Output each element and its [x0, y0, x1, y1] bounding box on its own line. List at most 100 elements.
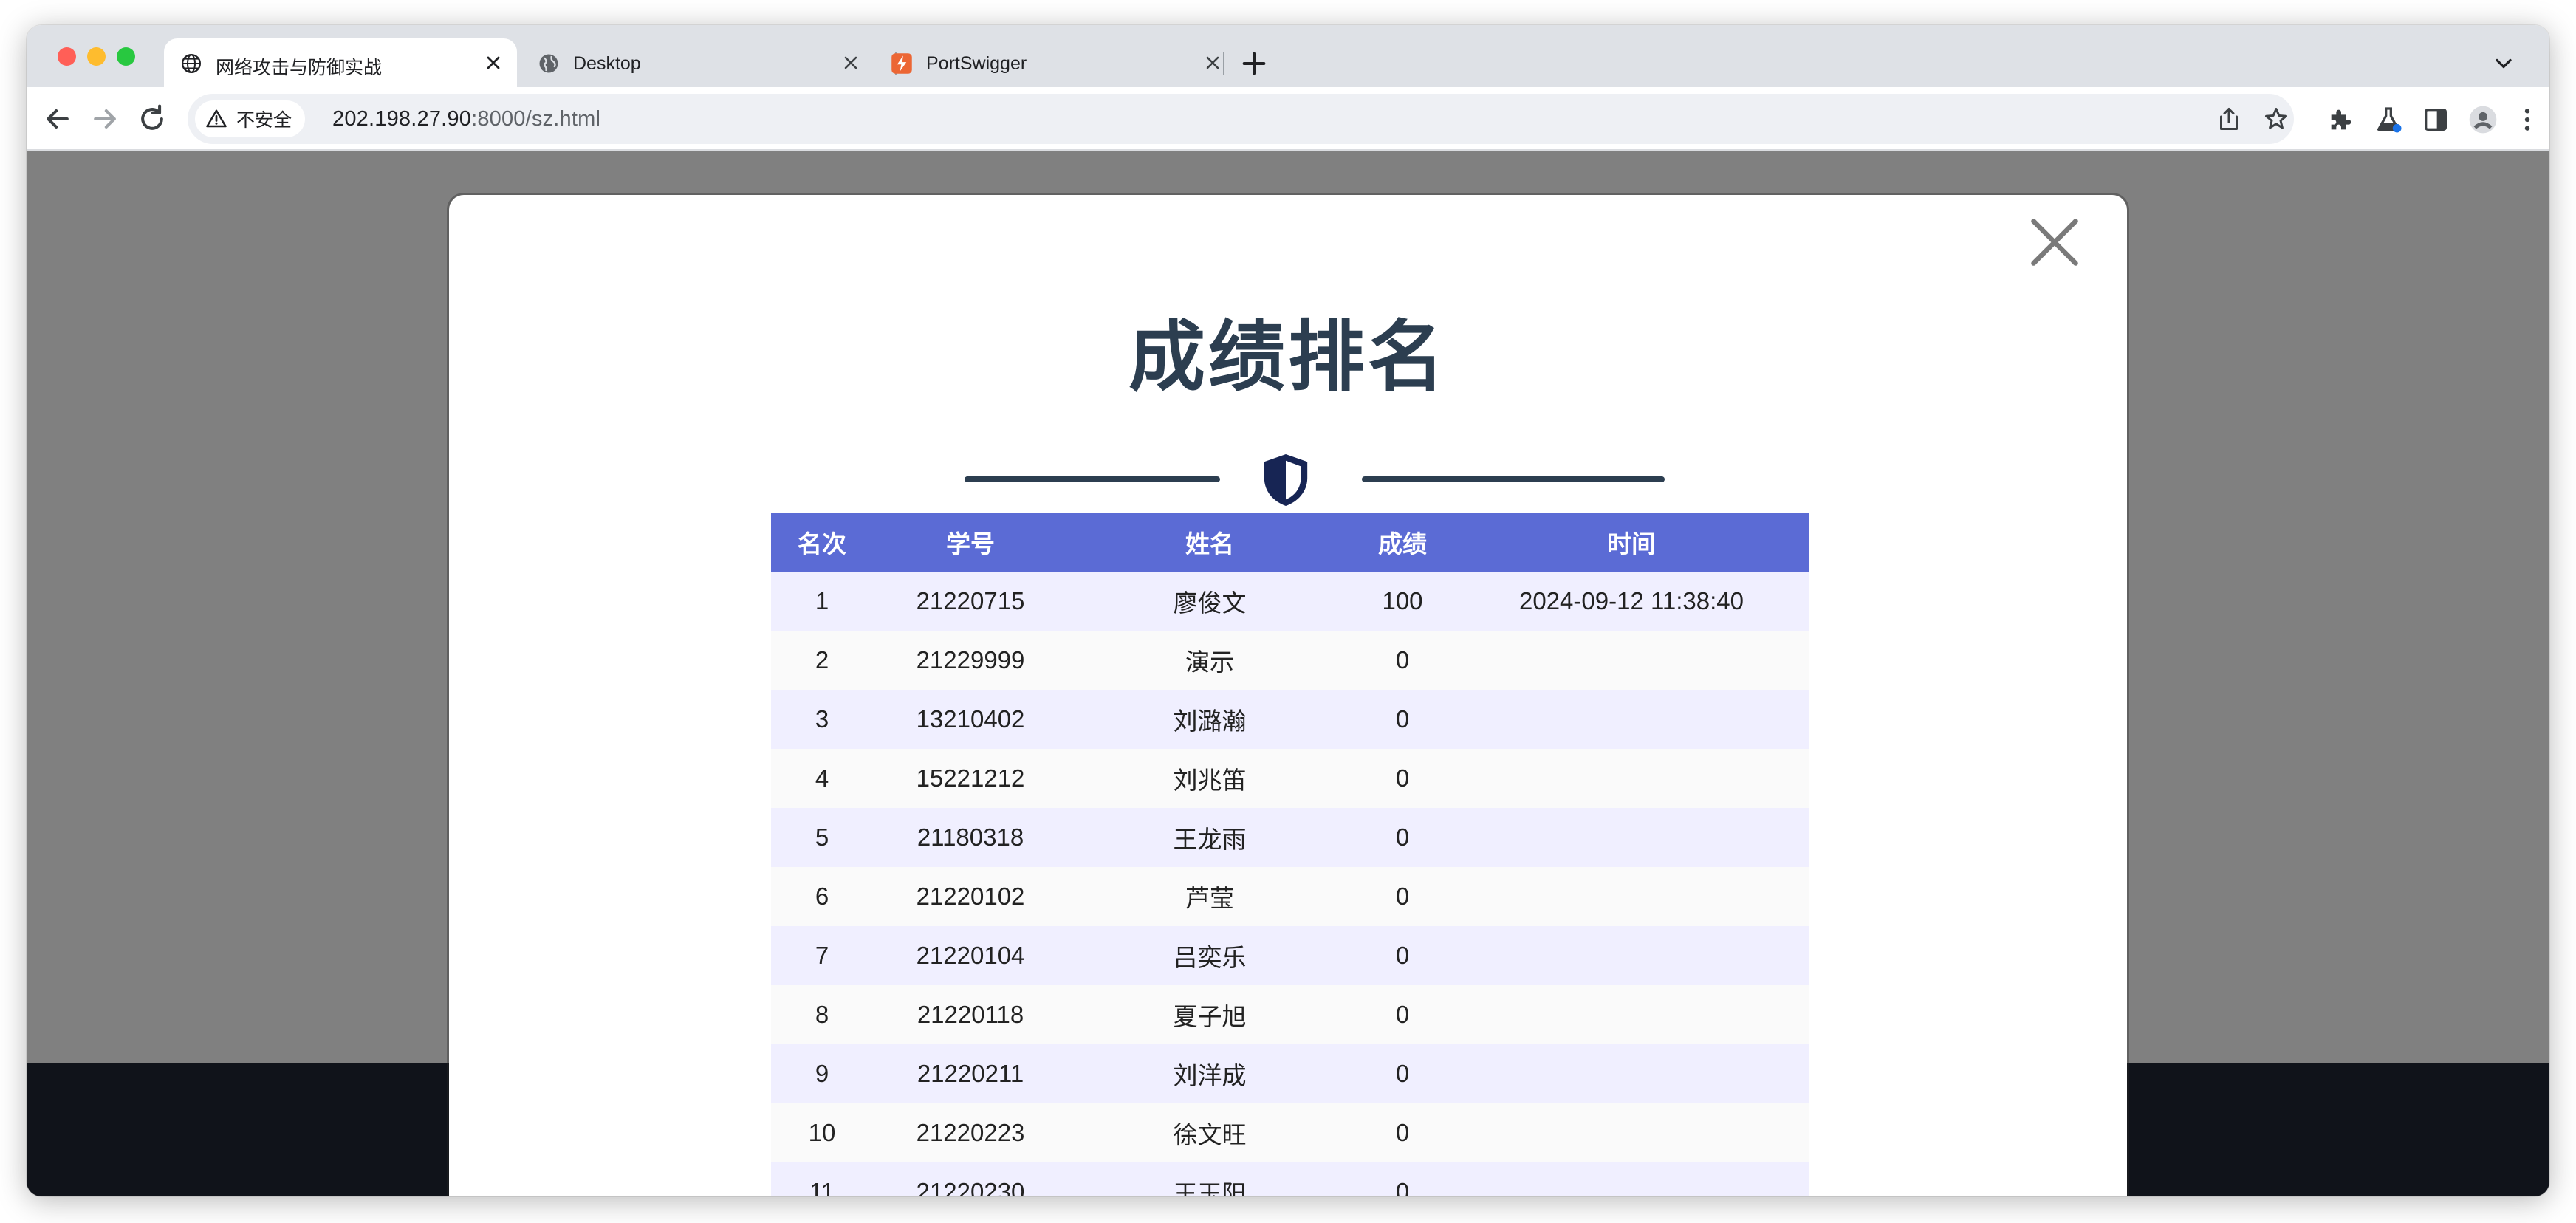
student-id-cell: 21220230	[873, 1162, 1068, 1196]
page-viewport: 成绩排名 名次 学号 姓名 成绩 时间 1 21220715 廖俊文 100 2…	[27, 151, 2549, 1196]
flask-extension-icon[interactable]	[2374, 105, 2403, 134]
tab-title: PortSwigger	[926, 53, 1027, 74]
name-cell: 廖俊文	[1068, 572, 1352, 631]
table-row: 9 21220211 刘洋成 0	[771, 1044, 1809, 1103]
security-label: 不安全	[236, 110, 292, 131]
rank-cell: 8	[771, 985, 873, 1044]
student-id-cell: 21220104	[873, 926, 1068, 985]
tab-separator	[1223, 52, 1224, 75]
score-cell: 0	[1352, 1103, 1453, 1162]
name-cell: 刘潞瀚	[1068, 690, 1352, 749]
name-cell: 王龙雨	[1068, 808, 1352, 867]
student-id-cell: 21220715	[873, 572, 1068, 631]
rank-cell: 1	[771, 572, 873, 631]
time-cell	[1453, 808, 1809, 867]
close-icon[interactable]	[840, 52, 861, 73]
side-panel-icon[interactable]	[2421, 105, 2450, 134]
ranking-modal: 成绩排名 名次 学号 姓名 成绩 时间 1 21220715 廖俊文 100 2…	[449, 195, 2127, 1196]
header-time: 时间	[1453, 513, 1809, 572]
forward-arrow-icon[interactable]	[89, 103, 121, 135]
time-cell	[1453, 1044, 1809, 1103]
name-cell: 吕奕乐	[1068, 926, 1352, 985]
ranking-table-body: 1 21220715 廖俊文 100 2024-09-12 11:38:40 2…	[771, 572, 1809, 1196]
url-host: 202.198.27.90	[332, 107, 472, 131]
rank-cell: 6	[771, 867, 873, 926]
table-row: 3 13210402 刘潞瀚 0	[771, 690, 1809, 749]
tab-title: Desktop	[573, 53, 641, 74]
tab-active[interactable]: 网络攻击与防御实战	[164, 38, 517, 87]
browser-toolbar: 不安全 202.198.27.90:8000/sz.html	[27, 87, 2549, 151]
student-id-cell: 13210402	[873, 690, 1068, 749]
tab-title: 网络攻击与防御实战	[216, 58, 383, 78]
header-name: 姓名	[1068, 513, 1352, 572]
back-arrow-icon[interactable]	[41, 103, 74, 135]
score-cell: 0	[1352, 631, 1453, 690]
new-tab-plus-icon[interactable]	[1239, 49, 1269, 78]
warning-triangle-icon	[206, 109, 227, 128]
table-header-row: 名次 学号 姓名 成绩 时间	[771, 513, 1809, 572]
globe-icon	[182, 54, 201, 73]
close-window-button[interactable]	[58, 47, 76, 66]
score-cell: 0	[1352, 1162, 1453, 1196]
table-row: 2 21229999 演示 0	[771, 631, 1809, 690]
globe-filled-icon	[539, 54, 558, 73]
score-cell: 0	[1352, 690, 1453, 749]
bookmark-star-icon[interactable]	[2263, 106, 2289, 132]
time-cell	[1453, 1103, 1809, 1162]
score-cell: 0	[1352, 867, 1453, 926]
table-row: 1 21220715 廖俊文 100 2024-09-12 11:38:40	[771, 572, 1809, 631]
rank-cell: 9	[771, 1044, 873, 1103]
address-bar[interactable]: 不安全 202.198.27.90:8000/sz.html	[188, 94, 2294, 144]
browser-window: 网络攻击与防御实战 Desktop PortSwigger 不安全 202.19…	[27, 25, 2549, 1196]
url-path: :8000/sz.html	[471, 107, 601, 131]
maximize-window-button[interactable]	[117, 47, 135, 66]
profile-avatar-icon[interactable]	[2468, 105, 2498, 134]
url-text[interactable]: 202.198.27.90:8000/sz.html	[332, 107, 600, 131]
rank-cell: 5	[771, 808, 873, 867]
reload-icon[interactable]	[136, 103, 168, 135]
name-cell: 芦莹	[1068, 867, 1352, 926]
score-cell: 0	[1352, 749, 1453, 808]
rank-cell: 2	[771, 631, 873, 690]
close-icon[interactable]	[483, 52, 504, 73]
rank-cell: 3	[771, 690, 873, 749]
share-icon[interactable]	[2216, 106, 2242, 132]
name-cell: 夏子旭	[1068, 985, 1352, 1044]
chevron-down-icon[interactable]	[2490, 50, 2517, 77]
close-icon[interactable]	[1202, 52, 1223, 73]
score-cell: 0	[1352, 926, 1453, 985]
shield-icon	[1264, 454, 1308, 506]
name-cell: 刘洋成	[1068, 1044, 1352, 1103]
minimize-window-button[interactable]	[87, 47, 106, 66]
table-row: 7 21220104 吕奕乐 0	[771, 926, 1809, 985]
header-score: 成绩	[1352, 513, 1453, 572]
tab-portswigger[interactable]: PortSwigger	[874, 38, 1236, 87]
table-row: 5 21180318 王龙雨 0	[771, 808, 1809, 867]
close-icon[interactable]	[2028, 216, 2081, 269]
table-row: 6 21220102 芦莹 0	[771, 867, 1809, 926]
security-chip[interactable]: 不安全	[195, 100, 306, 137]
student-id-cell: 21220211	[873, 1044, 1068, 1103]
student-id-cell: 21229999	[873, 631, 1068, 690]
time-cell	[1453, 749, 1809, 808]
rank-cell: 11	[771, 1162, 873, 1196]
time-cell	[1453, 690, 1809, 749]
more-menu-icon[interactable]	[2512, 105, 2542, 134]
time-cell: 2024-09-12 11:38:40	[1453, 572, 1809, 631]
portswigger-icon	[891, 53, 912, 74]
header-rank: 名次	[771, 513, 873, 572]
extensions-puzzle-icon[interactable]	[2326, 105, 2356, 134]
ranking-table: 名次 学号 姓名 成绩 时间 1 21220715 廖俊文 100 2024-0…	[771, 513, 1809, 1196]
tab-strip: 网络攻击与防御实战 Desktop PortSwigger	[27, 25, 2549, 87]
student-id-cell: 21220223	[873, 1103, 1068, 1162]
divider-line-left	[965, 476, 1220, 482]
tab-desktop[interactable]: Desktop	[521, 38, 874, 87]
header-student-id: 学号	[873, 513, 1068, 572]
table-row: 8 21220118 夏子旭 0	[771, 985, 1809, 1044]
table-row: 10 21220223 徐文旺 0	[771, 1103, 1809, 1162]
student-id-cell: 21220118	[873, 985, 1068, 1044]
student-id-cell: 21180318	[873, 808, 1068, 867]
time-cell	[1453, 985, 1809, 1044]
score-cell: 0	[1352, 1044, 1453, 1103]
name-cell: 刘兆笛	[1068, 749, 1352, 808]
